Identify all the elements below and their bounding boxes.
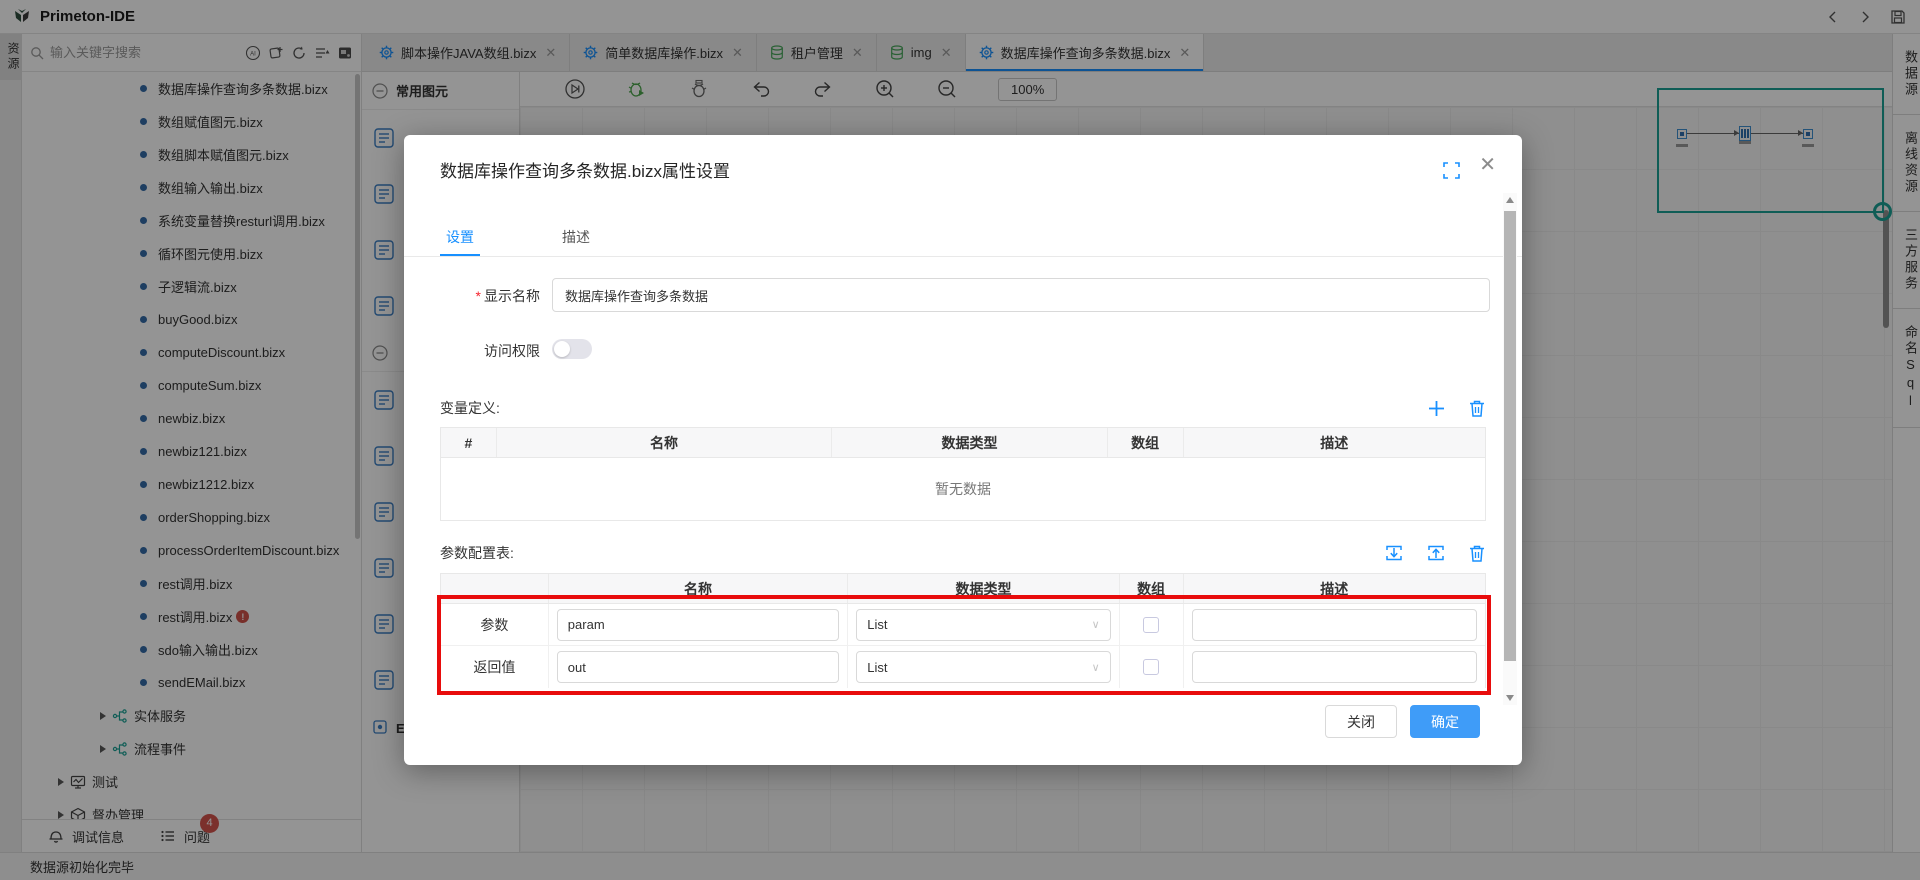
tab-settings[interactable]: 设置	[440, 223, 480, 256]
var-def-label: 变量定义:	[440, 400, 500, 416]
param-row: 参数 List ∨	[441, 604, 1485, 646]
tab-description[interactable]: 描述	[556, 223, 596, 256]
param-description-input[interactable]	[1191, 651, 1477, 683]
param-name-cell	[549, 646, 849, 688]
param-type-cell: List ∨	[848, 646, 1120, 688]
delete-variable-icon[interactable]	[1468, 399, 1486, 418]
param-row-label: 参数	[480, 616, 509, 633]
param-desc-cell	[1184, 646, 1485, 688]
datatype-select[interactable]: List ∨	[856, 651, 1111, 683]
display-name-label: * 显示名称	[475, 288, 540, 304]
column-header: 数组	[1120, 574, 1184, 603]
column-header: 数据类型	[848, 574, 1120, 603]
params-table: 名称数据类型数组 描述 参数 List ∨ 返回值 List ∨	[440, 573, 1486, 688]
column-header: 描述	[1320, 434, 1349, 451]
param-name-cell	[549, 604, 849, 645]
param-row: 返回值 List ∨	[441, 646, 1485, 688]
param-array-cell	[1120, 604, 1184, 645]
export-params-icon[interactable]	[1426, 543, 1446, 563]
column-header: 名称	[497, 428, 833, 457]
var-def-table: # 名称 数据类型 数组 描述 暂无数据	[440, 427, 1486, 521]
access-toggle[interactable]	[552, 339, 592, 359]
array-checkbox[interactable]	[1143, 616, 1160, 633]
display-name-input[interactable]	[552, 278, 1490, 312]
param-name-input[interactable]	[556, 608, 840, 641]
access-label: 访问权限	[484, 343, 540, 359]
column-header: 数组	[1108, 428, 1184, 457]
params-label: 参数配置表:	[440, 545, 514, 561]
ok-button[interactable]: 确定	[1410, 705, 1480, 738]
import-params-icon[interactable]	[1384, 543, 1404, 563]
dialog-scrollbar[interactable]	[1503, 193, 1517, 705]
close-icon[interactable]: ✕	[1479, 155, 1496, 175]
param-description-input[interactable]	[1191, 608, 1477, 641]
column-header	[441, 574, 549, 603]
column-header: 描述	[1320, 580, 1349, 597]
var-def-section-head: 变量定义:	[440, 395, 1486, 421]
dialog-scrollbar-thumb[interactable]	[1504, 211, 1516, 661]
dialog-title: 数据库操作查询多条数据.bizx属性设置	[440, 162, 730, 181]
datatype-value: List	[867, 617, 888, 632]
param-type-cell: List ∨	[848, 604, 1120, 645]
param-row-type-cell: 返回值	[441, 646, 549, 688]
chevron-down-icon: ∨	[1091, 661, 1100, 674]
column-header: 数据类型	[832, 428, 1108, 457]
scroll-up-icon[interactable]	[1503, 193, 1517, 207]
scroll-down-icon[interactable]	[1503, 691, 1517, 705]
column-header: 名称	[549, 574, 849, 603]
column-header: #	[441, 428, 497, 457]
close-button[interactable]: 关闭	[1325, 705, 1397, 738]
datatype-select[interactable]: List ∨	[856, 608, 1111, 641]
required-asterisk: *	[475, 288, 481, 304]
param-row-label: 返回值	[473, 659, 516, 675]
params-section-head: 参数配置表:	[440, 540, 1486, 566]
param-row-type-cell: 参数	[441, 604, 549, 645]
datatype-value: List	[867, 659, 888, 675]
var-def-empty: 暂无数据	[441, 458, 1485, 520]
delete-params-icon[interactable]	[1468, 544, 1486, 563]
chevron-down-icon: ∨	[1091, 619, 1100, 631]
array-checkbox[interactable]	[1143, 659, 1160, 675]
param-array-cell	[1120, 646, 1184, 688]
dialog-tabs: 设置 描述	[440, 223, 596, 256]
add-variable-icon[interactable]	[1427, 399, 1446, 418]
properties-dialog: 数据库操作查询多条数据.bizx属性设置 ✕ 设置 描述 *显示名称 访问权限 …	[404, 135, 1522, 765]
param-name-input[interactable]	[556, 651, 840, 683]
fullscreen-icon[interactable]	[1443, 162, 1460, 179]
param-desc-cell	[1184, 604, 1485, 645]
